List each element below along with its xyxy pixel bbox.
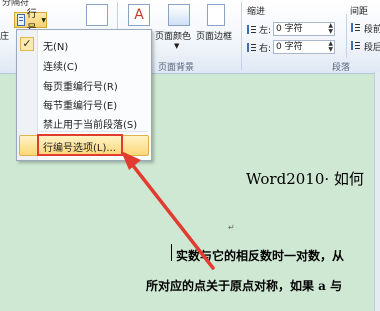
annotation-arrow [121, 151, 215, 270]
